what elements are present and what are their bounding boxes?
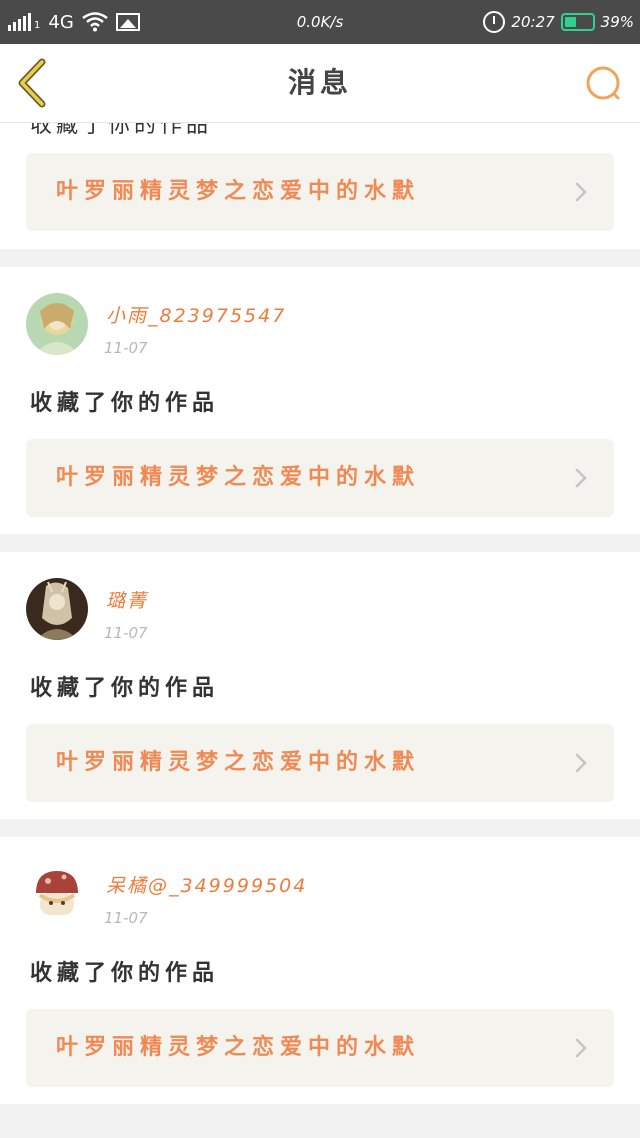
work-title: 叶罗丽精灵梦之恋爱中的水默 bbox=[56, 750, 421, 775]
timestamp: 11-07 bbox=[104, 339, 148, 357]
clock: 20:27 bbox=[511, 13, 555, 31]
status-bar: 1 4G 0.0K/s 20:27 39% bbox=[0, 0, 640, 44]
page-title: 消息 bbox=[287, 66, 352, 99]
message-card: 收藏了你的作品 叶罗丽精灵梦之恋爱中的水默 bbox=[0, 123, 640, 249]
avatar[interactable] bbox=[26, 293, 88, 355]
chevron-right-icon bbox=[575, 468, 587, 488]
action-text: 收藏了你的作品 bbox=[30, 961, 220, 986]
search-icon bbox=[586, 66, 620, 100]
timestamp: 11-07 bbox=[104, 624, 148, 642]
message-card: 呆橘@_349999504 11-07 收藏了你的作品 叶罗丽精灵梦之恋爱中的水… bbox=[0, 837, 640, 1104]
search-button[interactable] bbox=[584, 64, 624, 104]
work-link[interactable]: 叶罗丽精灵梦之恋爱中的水默 bbox=[26, 439, 614, 517]
action-text: 收藏了你的作品 bbox=[30, 676, 220, 701]
work-link[interactable]: 叶罗丽精灵梦之恋爱中的水默 bbox=[26, 724, 614, 802]
work-title: 叶罗丽精灵梦之恋爱中的水默 bbox=[56, 1035, 421, 1060]
avatar[interactable] bbox=[26, 578, 88, 640]
timestamp: 11-07 bbox=[104, 909, 148, 927]
chevron-right-icon bbox=[575, 182, 587, 202]
username-link[interactable]: 小雨_823975547 bbox=[106, 301, 286, 328]
work-link[interactable]: 叶罗丽精灵梦之恋爱中的水默 bbox=[26, 1009, 614, 1087]
chevron-left-icon bbox=[18, 58, 46, 108]
username-link[interactable]: 璐菁 bbox=[106, 586, 148, 613]
back-button[interactable] bbox=[14, 58, 54, 108]
chevron-right-icon bbox=[575, 1038, 587, 1058]
work-link[interactable]: 叶罗丽精灵梦之恋爱中的水默 bbox=[26, 153, 614, 231]
alarm-icon bbox=[483, 11, 506, 33]
action-text: 收藏了你的作品 bbox=[30, 123, 213, 138]
work-title: 叶罗丽精灵梦之恋爱中的水默 bbox=[56, 465, 421, 490]
work-title: 叶罗丽精灵梦之恋爱中的水默 bbox=[56, 179, 421, 204]
nav-bar: 消息 bbox=[0, 44, 640, 123]
message-card: 璐菁 11-07 收藏了你的作品 叶罗丽精灵梦之恋爱中的水默 bbox=[0, 552, 640, 819]
avatar[interactable] bbox=[26, 863, 88, 925]
battery-percent: 39% bbox=[600, 13, 634, 31]
username-link[interactable]: 呆橘@_349999504 bbox=[106, 871, 307, 898]
chevron-right-icon bbox=[575, 753, 587, 773]
battery-icon bbox=[560, 13, 595, 31]
message-feed[interactable]: 收藏了你的作品 叶罗丽精灵梦之恋爱中的水默 小雨_823975547 11-07… bbox=[0, 123, 640, 1104]
action-text: 收藏了你的作品 bbox=[30, 391, 220, 416]
message-card: 小雨_823975547 11-07 收藏了你的作品 叶罗丽精灵梦之恋爱中的水默 bbox=[0, 267, 640, 534]
